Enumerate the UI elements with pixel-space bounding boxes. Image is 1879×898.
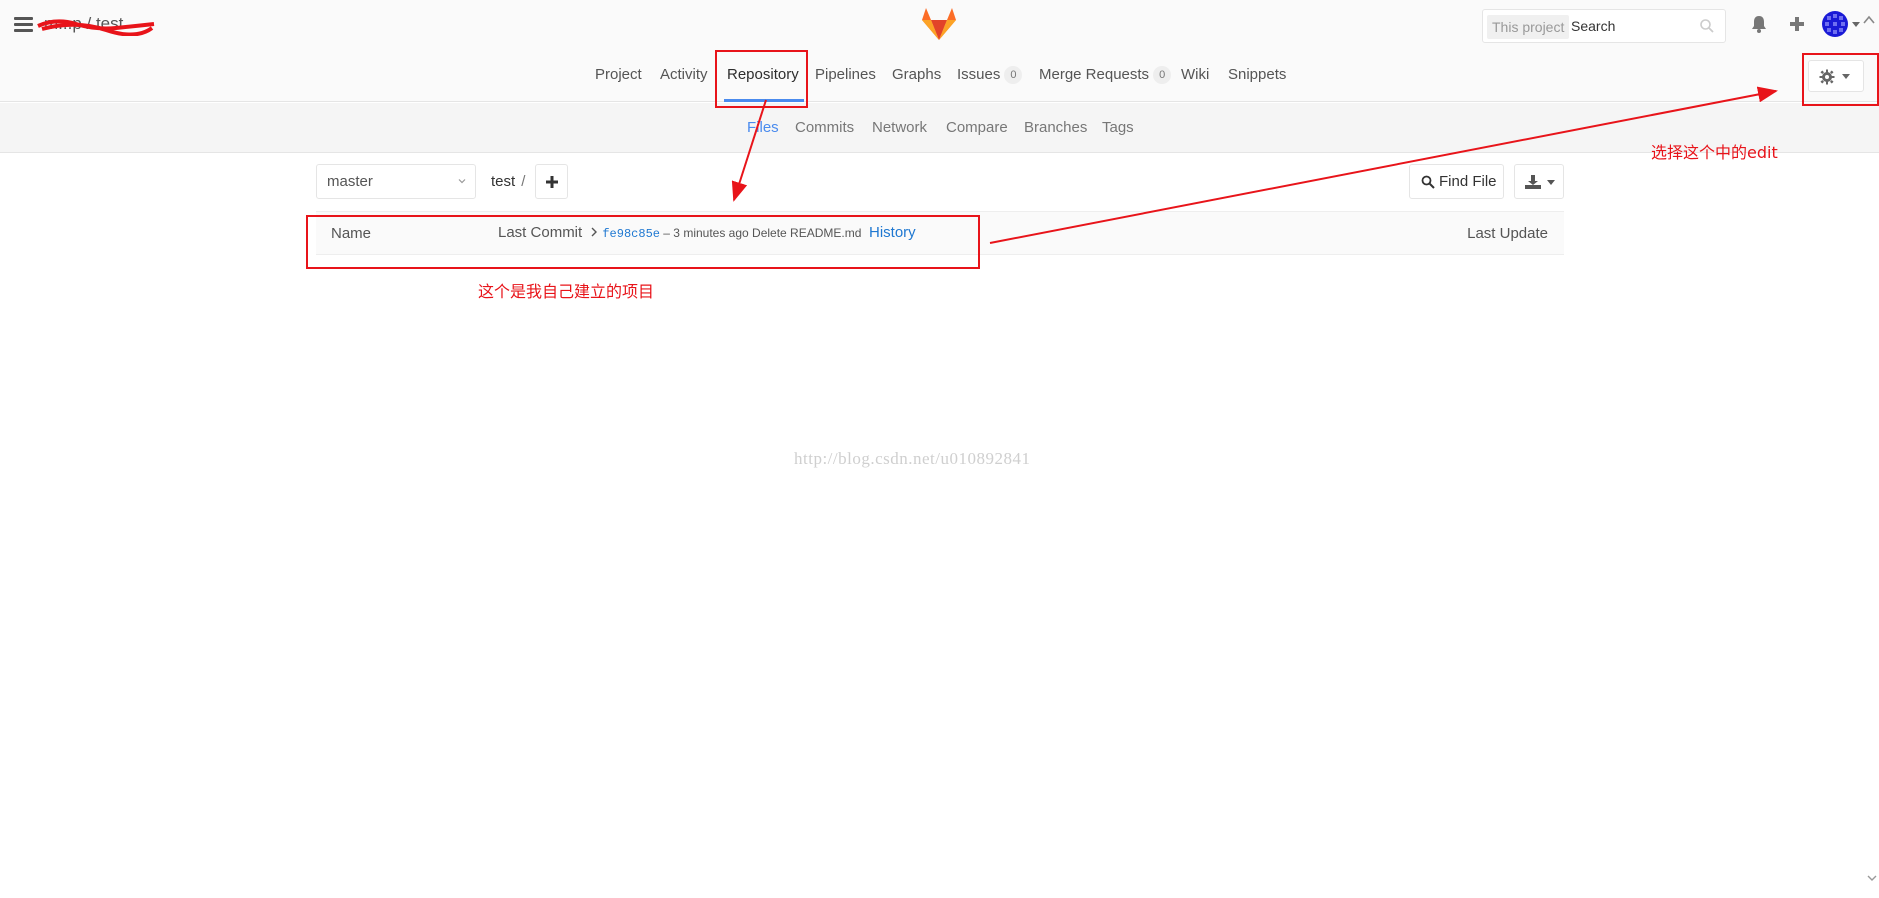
chevron-down-icon xyxy=(1547,180,1555,185)
project-nav: Project Activity Repository Pipelines Gr… xyxy=(0,50,1879,102)
commit-sha-link[interactable]: fe98c85e xyxy=(602,227,660,241)
file-tree-header: Name Last Commit fe98c85e – 3 minutes ag… xyxy=(316,211,1564,255)
tab-wiki[interactable]: Wiki xyxy=(1181,66,1209,83)
chevron-up-icon[interactable] xyxy=(1862,13,1876,27)
search-scope-label[interactable]: This project xyxy=(1487,15,1570,39)
watermark: http://blog.csdn.net/u010892841 xyxy=(794,449,1031,468)
annotation-project-note: 这个是我自己建立的项目 xyxy=(478,282,655,301)
download-icon xyxy=(1525,175,1541,189)
search-box[interactable]: This project xyxy=(1482,9,1726,43)
subtab-network[interactable]: Network xyxy=(872,119,927,136)
search-icon xyxy=(1700,19,1714,33)
tab-snippets[interactable]: Snippets xyxy=(1228,66,1286,83)
find-file-label: Find File xyxy=(1439,173,1497,190)
project-path[interactable]: m...p / test xyxy=(44,14,123,34)
gitlab-logo-icon[interactable] xyxy=(920,6,958,42)
find-file-button[interactable]: Find File xyxy=(1409,164,1504,199)
repository-subnav: Files Commits Network Compare Branches T… xyxy=(0,103,1879,153)
menu-icon[interactable] xyxy=(14,17,33,33)
tab-merge-requests[interactable]: Merge Requests 0 xyxy=(1039,66,1172,84)
breadcrumb-root[interactable]: test xyxy=(491,173,515,190)
tab-graphs[interactable]: Graphs xyxy=(892,66,941,83)
plus-icon xyxy=(546,176,558,188)
search-input[interactable] xyxy=(1569,13,1689,39)
top-header: m...p / test This project xyxy=(0,0,1879,50)
gear-icon xyxy=(1819,69,1835,85)
column-last-update: Last Update xyxy=(1467,225,1548,242)
breadcrumb-separator: / xyxy=(521,173,526,190)
breadcrumb: test / xyxy=(491,173,525,190)
chevron-down-icon[interactable] xyxy=(1852,22,1860,27)
scroll-down-icon[interactable] xyxy=(1866,872,1878,884)
last-commit-label: Last Commit xyxy=(498,224,583,241)
bell-icon[interactable] xyxy=(1748,13,1770,35)
plus-icon[interactable] xyxy=(1786,13,1808,35)
subtab-compare[interactable]: Compare xyxy=(946,119,1008,136)
tab-merge-requests-label: Merge Requests xyxy=(1039,66,1150,83)
tab-repository[interactable]: Repository xyxy=(727,66,799,83)
column-last-commit: Last Commit fe98c85e – 3 minutes ago Del… xyxy=(498,224,861,241)
tab-pipelines[interactable]: Pipelines xyxy=(815,66,876,83)
add-file-button[interactable] xyxy=(535,164,568,199)
chevron-down-icon xyxy=(1842,74,1850,79)
column-name: Name xyxy=(331,225,372,242)
commit-meta: – 3 minutes ago Delete README.md xyxy=(659,226,862,240)
annotation-settings-note: 选择这个中的edit xyxy=(1651,143,1778,162)
merge-requests-count-badge: 0 xyxy=(1153,66,1172,84)
search-icon xyxy=(1421,175,1435,189)
avatar[interactable] xyxy=(1822,11,1848,37)
subtab-tags[interactable]: Tags xyxy=(1102,119,1134,136)
chevron-down-icon xyxy=(458,179,466,184)
active-tab-indicator xyxy=(724,99,804,102)
subtab-commits[interactable]: Commits xyxy=(795,119,854,136)
branch-select[interactable]: master xyxy=(316,164,476,199)
history-link[interactable]: History xyxy=(869,224,916,241)
tab-activity[interactable]: Activity xyxy=(660,66,708,83)
subtab-files[interactable]: Files xyxy=(747,119,779,136)
chevron-right-icon xyxy=(591,227,598,237)
subtab-branches[interactable]: Branches xyxy=(1024,119,1087,136)
tab-issues[interactable]: Issues 0 xyxy=(957,66,1023,84)
download-button[interactable] xyxy=(1514,164,1564,199)
issues-count-badge: 0 xyxy=(1004,66,1023,84)
tab-issues-label: Issues xyxy=(957,66,1001,83)
tab-project[interactable]: Project xyxy=(595,66,642,83)
settings-dropdown-button[interactable] xyxy=(1808,60,1864,92)
branch-select-value: master xyxy=(327,173,373,190)
